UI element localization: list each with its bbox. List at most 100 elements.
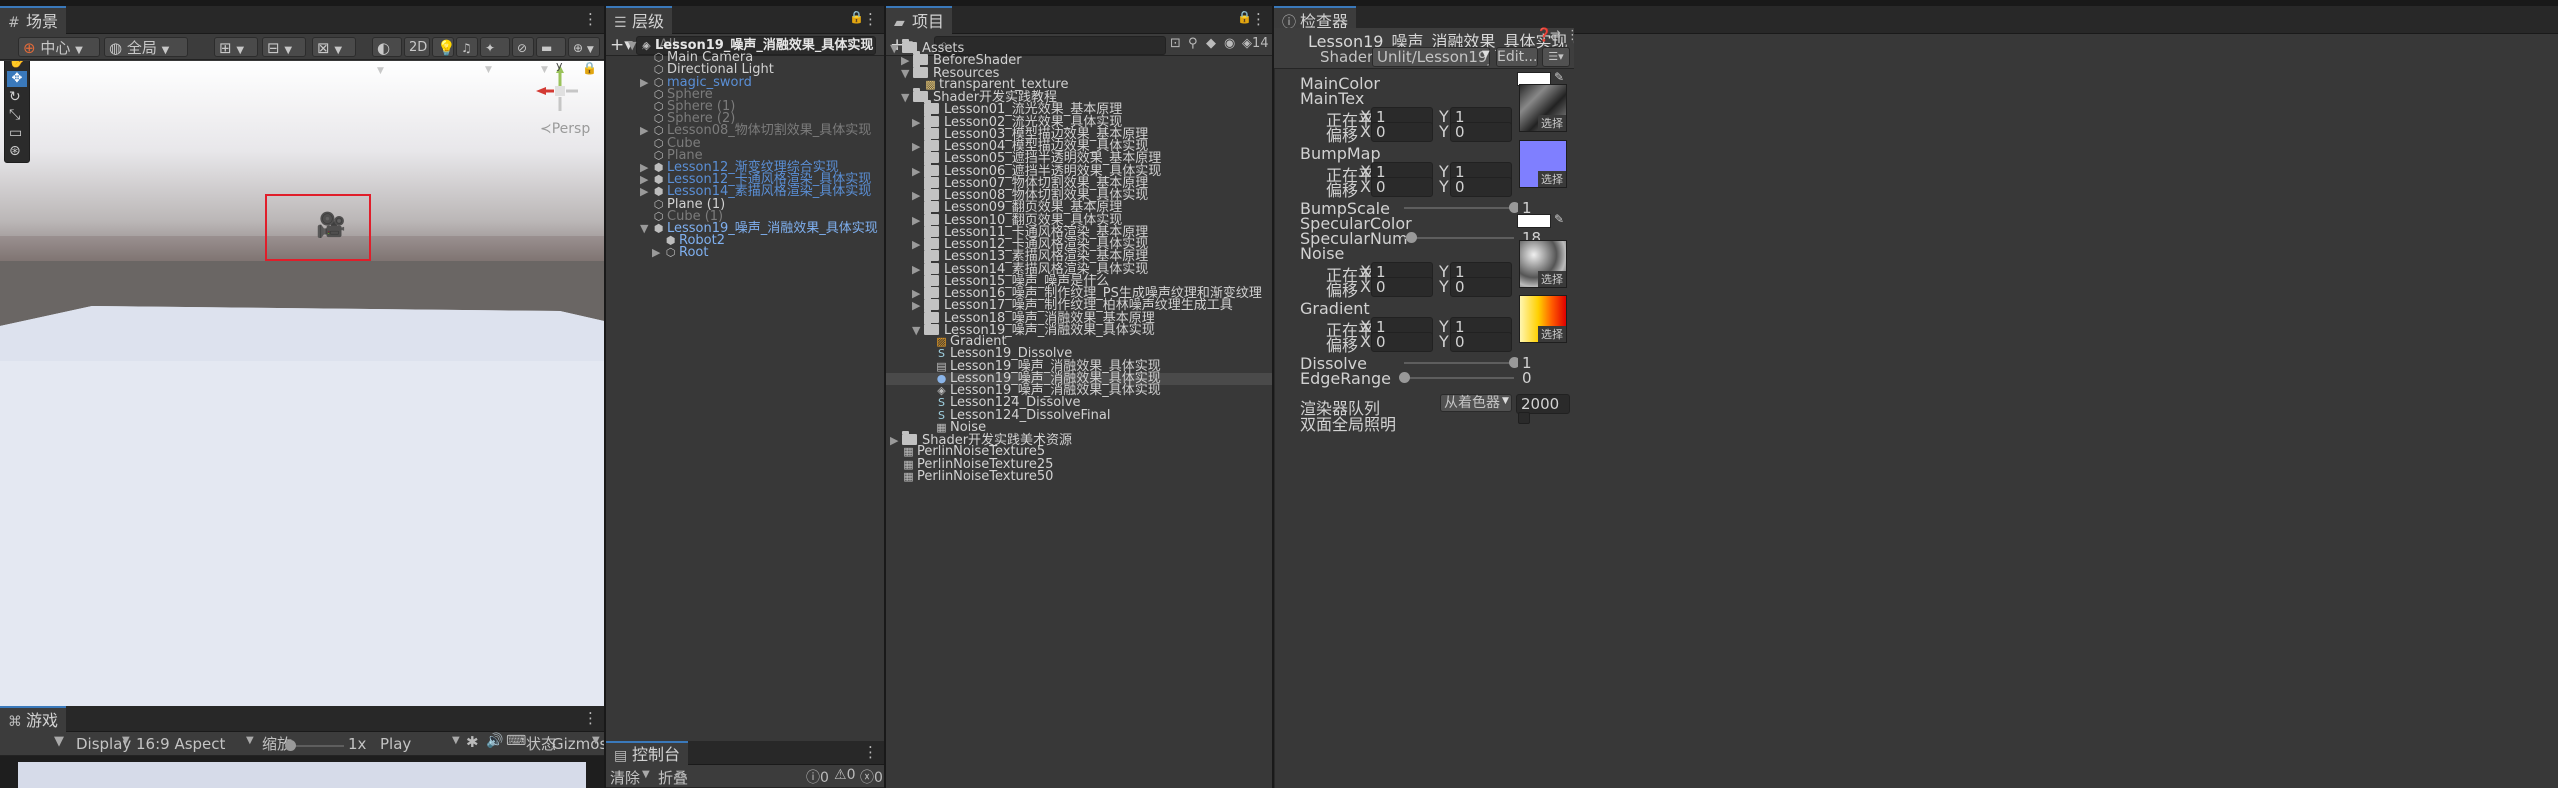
project-item[interactable]: ▶ Lesson10_翻页效果_具体实现 bbox=[886, 210, 1272, 227]
bug-icon[interactable]: ✱ bbox=[466, 733, 479, 751]
bump-map-thumbnail[interactable]: 选择 bbox=[1519, 140, 1567, 188]
console-more-icon[interactable]: ⋮ bbox=[863, 743, 878, 761]
expand-arrow-icon[interactable]: ▶ bbox=[912, 263, 924, 276]
project-item[interactable]: S Lesson124_DissolveFinal bbox=[886, 409, 1272, 422]
bump-offset-x[interactable]: 0 bbox=[1371, 177, 1433, 197]
mode-2d-button[interactable]: 2D bbox=[404, 37, 430, 57]
specular-num-slider-knob[interactable] bbox=[1405, 232, 1417, 243]
hierarchy-item[interactable]: ▶ ⬡ Root bbox=[652, 246, 708, 259]
hand-tool-icon[interactable]: ✋ bbox=[8, 61, 25, 69]
game-more-icon[interactable]: ⋮ bbox=[583, 709, 598, 727]
shading-dropdown-button[interactable]: ◐ ▼ bbox=[372, 37, 402, 76]
bump-scale-slider-track[interactable] bbox=[1404, 207, 1514, 209]
pivot-dropdown[interactable]: ⊕ 中心 ▼ bbox=[18, 37, 100, 57]
project-item[interactable]: Lesson15_噪声_噪声是什么 bbox=[886, 271, 1272, 288]
scale-slider-knob[interactable] bbox=[285, 740, 296, 751]
project-item[interactable]: ▦ PerlinNoiseTexture50 bbox=[886, 470, 1272, 483]
expand-arrow-icon[interactable]: ▶ bbox=[640, 76, 652, 89]
noise-thumbnail[interactable]: 选择 bbox=[1519, 240, 1567, 288]
gizmos-dropdown[interactable]: ⊕ ▼ bbox=[568, 37, 600, 57]
keyboard-icon[interactable]: ⌨ bbox=[506, 733, 526, 749]
tab-hierarchy[interactable]: ☰ 层级 bbox=[606, 6, 673, 34]
project-item[interactable]: Lesson03_模型描边效果_基本原理 bbox=[886, 124, 1272, 141]
audio-toggle[interactable]: ♫ bbox=[456, 37, 478, 57]
gradient-select-label[interactable]: 选择 bbox=[1538, 326, 1566, 342]
gradient-offset-x[interactable]: 0 bbox=[1371, 332, 1433, 352]
global-dropdown[interactable]: ◍ 全局 ▼ bbox=[104, 37, 188, 57]
expand-arrow-icon[interactable]: ▼ bbox=[640, 223, 652, 235]
main-tex-offset-x[interactable]: 0 bbox=[1371, 122, 1433, 142]
main-tex-offset-y[interactable]: 0 bbox=[1450, 122, 1512, 142]
error-count-icon[interactable]: ⓧ0 bbox=[860, 767, 883, 787]
bump-map-select-label[interactable]: 选择 bbox=[1538, 171, 1566, 187]
noise-offset-y[interactable]: 0 bbox=[1450, 277, 1512, 297]
tab-scene[interactable]: # 场景 bbox=[0, 6, 67, 34]
expand-arrow-icon[interactable]: ▼ bbox=[901, 92, 913, 104]
project-item[interactable]: Lesson18_噪声_消融效果_基本原理 bbox=[886, 308, 1272, 325]
tab-project[interactable]: ▰ 项目 bbox=[886, 6, 953, 34]
project-item[interactable]: Lesson13_素描风格渲染_基本原理 bbox=[886, 247, 1272, 263]
expand-arrow-icon[interactable]: ▶ bbox=[912, 190, 924, 202]
aspect-dropdown[interactable]: 16:9 Aspect bbox=[136, 734, 256, 754]
expand-arrow-icon[interactable]: ▶ bbox=[901, 55, 913, 67]
lighting-toggle[interactable]: 💡 bbox=[432, 37, 456, 57]
project-item[interactable]: ▩ transparent_texture bbox=[886, 78, 1272, 91]
expand-arrow-icon[interactable]: ▶ bbox=[640, 174, 652, 186]
eyedropper-icon[interactable]: ✎ bbox=[1554, 70, 1564, 84]
specular-color-swatch[interactable] bbox=[1517, 214, 1551, 228]
expand-arrow-icon[interactable]: ▶ bbox=[640, 186, 652, 198]
expand-arrow-icon[interactable]: ▶ bbox=[652, 247, 664, 259]
expand-arrow-icon[interactable]: ▶ bbox=[640, 125, 652, 137]
lock-icon[interactable]: 🔒 bbox=[582, 61, 597, 75]
shader-options-button[interactable]: ☰▾ bbox=[1542, 47, 1570, 67]
preset-icon[interactable]: ⇄ bbox=[1550, 28, 1561, 43]
project-item[interactable]: ▨ Gradient bbox=[886, 335, 1272, 348]
expand-arrow-icon[interactable]: ▶ bbox=[912, 116, 924, 129]
tab-game[interactable]: ⌘ 游戏 bbox=[0, 706, 67, 732]
expand-arrow-icon[interactable]: ▶ bbox=[912, 214, 924, 227]
project-item[interactable]: ▼ Lesson19_噪声_消融效果_具体实现 bbox=[886, 320, 1272, 337]
project-item[interactable]: ▶ Lesson02_流光效果_具体实现 bbox=[886, 112, 1272, 129]
persp-label[interactable]: ≺Persp bbox=[540, 121, 590, 137]
mute-audio-icon[interactable]: 🔊 bbox=[486, 733, 503, 749]
edge-range-slider-knob[interactable] bbox=[1399, 372, 1410, 383]
rect-tool-icon[interactable]: ▭ bbox=[9, 125, 22, 141]
scene-viewport[interactable]: 🎥 y ≺Persp 🔒 ✋ ✥ ↻ ⤡ ▭ ⊛ bbox=[0, 61, 604, 706]
scale-tool-icon[interactable]: ⤡ bbox=[9, 107, 20, 123]
project-item[interactable]: ▶ Lesson17_噪声_制作纹理_柏林噪声纹理生成工具 bbox=[886, 296, 1272, 312]
noise-select-label[interactable]: 选择 bbox=[1538, 271, 1566, 287]
project-item[interactable]: ▶ BeforeShader bbox=[886, 51, 1272, 67]
edit-shader-button[interactable]: Edit... bbox=[1496, 47, 1538, 67]
move-tool-icon[interactable]: ✥ bbox=[7, 71, 27, 87]
shader-dropdown[interactable]: Unlit/Lesson19_Dissolve bbox=[1372, 47, 1490, 67]
expand-arrow-icon[interactable]: ▶ bbox=[912, 239, 924, 251]
project-item[interactable]: Lesson05_遮挡半透明效果_基本原理 bbox=[886, 149, 1272, 165]
gradient-offset-y[interactable]: 0 bbox=[1450, 332, 1512, 352]
expand-arrow-icon[interactable]: ▶ bbox=[912, 288, 924, 300]
project-lock-icon[interactable]: 🔒 bbox=[1237, 10, 1252, 24]
project-item[interactable]: Lesson11_卡通风格渲染_基本原理 bbox=[886, 222, 1272, 239]
specular-eyedropper-icon[interactable]: ✎ bbox=[1554, 212, 1564, 226]
tab-console[interactable]: ▤ 控制台 bbox=[606, 741, 689, 765]
clear-button[interactable]: 清除 bbox=[610, 767, 640, 788]
hierarchy-more-icon[interactable]: ⋮ bbox=[863, 10, 878, 28]
project-item[interactable]: Lesson07_物体切割效果_基本原理 bbox=[886, 173, 1272, 190]
transform-tool-icon[interactable]: ⊛ bbox=[9, 143, 21, 159]
expand-arrow-icon[interactable]: ▼ bbox=[912, 324, 924, 337]
expand-arrow-icon[interactable]: ▼ bbox=[890, 43, 902, 55]
camera-dropdown[interactable]: ▬ ▼ bbox=[536, 37, 566, 75]
scale-slider-track[interactable] bbox=[288, 745, 344, 747]
render-queue-field[interactable]: 2000 bbox=[1516, 394, 1570, 414]
project-item[interactable]: ▶ Lesson06_遮挡半透明效果_具体实现 bbox=[886, 161, 1272, 178]
main-tex-select-label[interactable]: 选择 bbox=[1538, 115, 1566, 131]
scene-more-icon[interactable]: ⋮ bbox=[583, 10, 598, 28]
project-more-icon[interactable]: ⋮ bbox=[1251, 10, 1266, 28]
double-sided-gi-checkbox[interactable] bbox=[1518, 412, 1530, 424]
expand-arrow-icon[interactable]: ▼ bbox=[628, 40, 640, 52]
rotate-tool-icon[interactable]: ↻ bbox=[9, 89, 21, 105]
expand-arrow-icon[interactable]: ▶ bbox=[640, 162, 652, 174]
project-item[interactable]: Lesson01_流光效果_基本原理 bbox=[886, 100, 1272, 116]
edge-range-slider-track[interactable] bbox=[1404, 377, 1514, 379]
collapse-button[interactable]: 折叠 bbox=[658, 767, 688, 788]
bump-offset-y[interactable]: 0 bbox=[1450, 177, 1512, 197]
